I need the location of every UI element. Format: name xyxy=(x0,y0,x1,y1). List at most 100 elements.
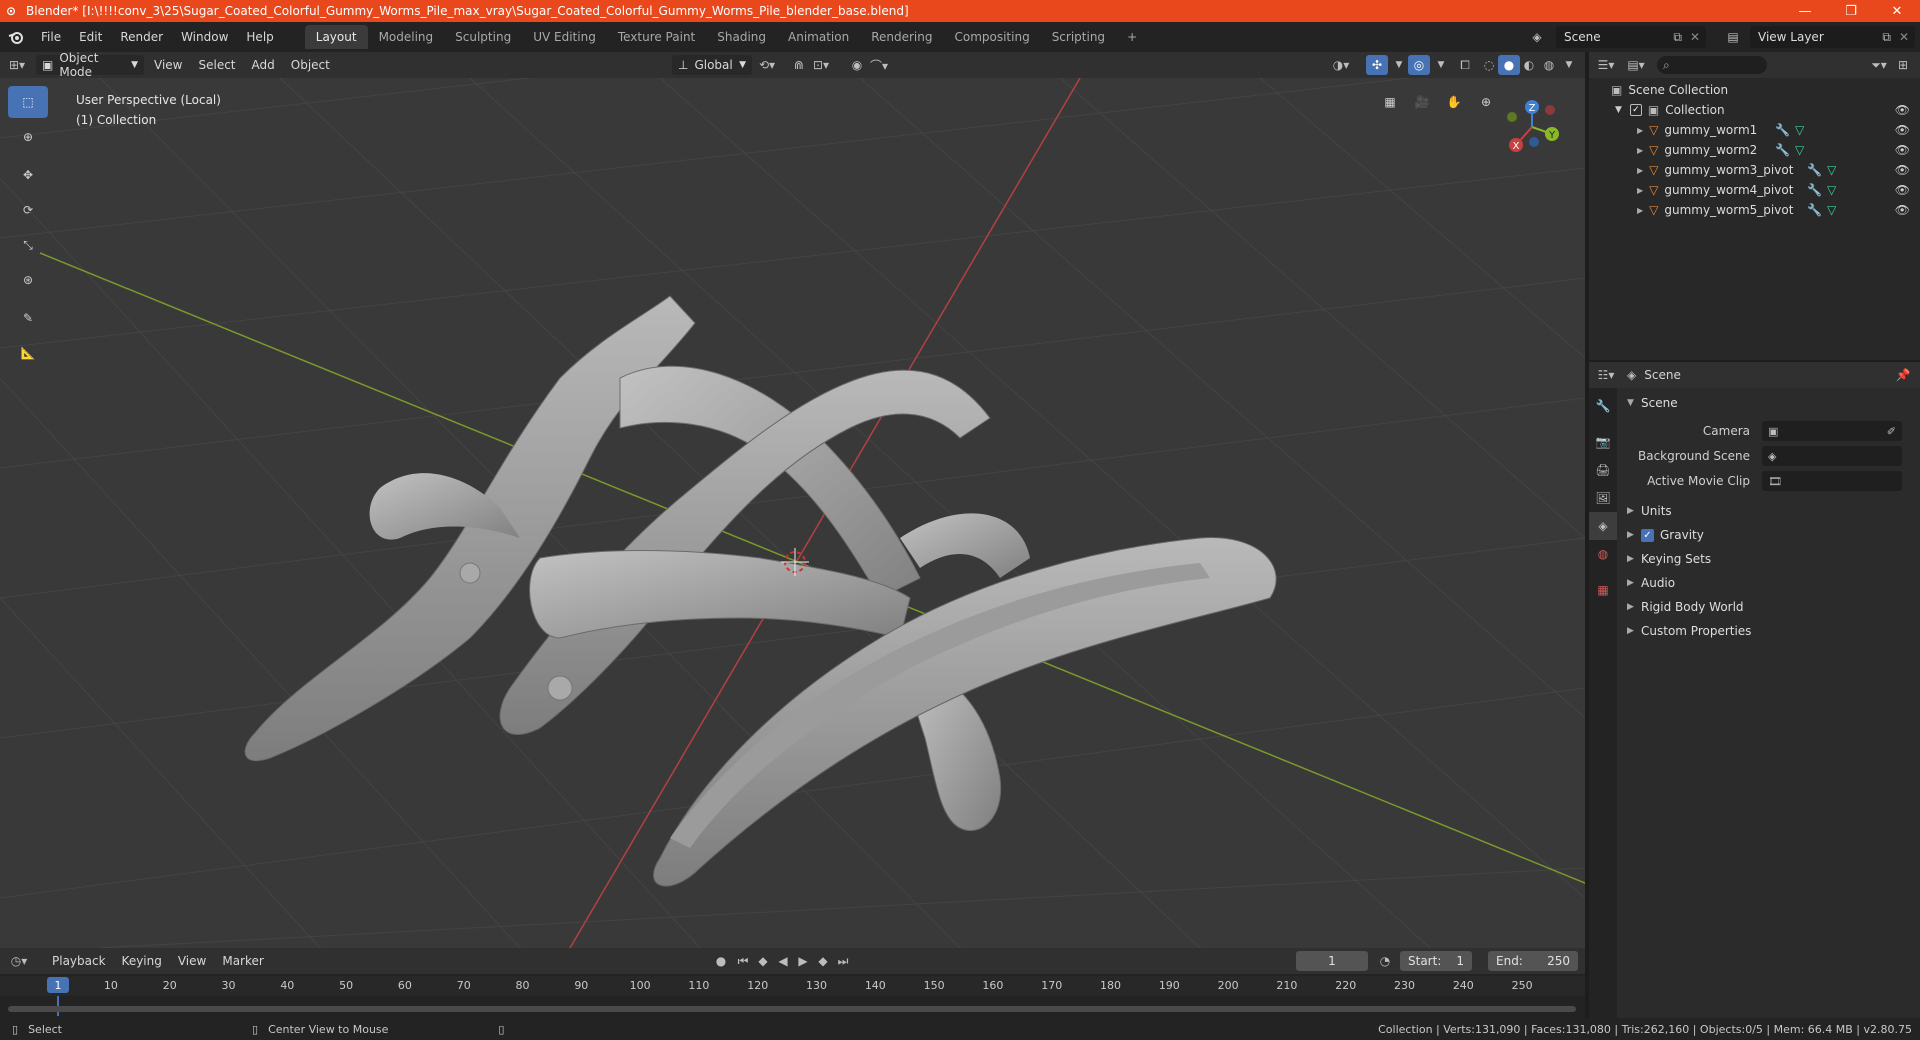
pivot-point-icon[interactable]: ⟲▾ xyxy=(756,55,778,75)
maximize-button[interactable]: ❐ xyxy=(1828,0,1874,22)
solid-shading-icon[interactable]: ● xyxy=(1498,55,1520,75)
menu-playback[interactable]: Playback xyxy=(46,951,112,971)
end-frame-field[interactable]: End: 250 xyxy=(1488,951,1578,971)
modifier-wrench-icon[interactable]: 🔧 xyxy=(1807,203,1822,217)
navigation-gizmo[interactable]: Z Y X xyxy=(1492,82,1572,162)
view-layer-icon[interactable]: ▤ xyxy=(1722,27,1744,47)
menu-window[interactable]: Window xyxy=(172,22,237,52)
move-tool[interactable]: ✥ xyxy=(8,159,48,191)
outliner-object-row[interactable]: ▶ ▽ gummy_worm2 🔧 ▽ 👁 xyxy=(1589,140,1920,160)
transform-tool[interactable]: ⊛ xyxy=(8,264,48,296)
expand-arrow-icon[interactable]: ▶ xyxy=(1637,126,1643,135)
menu-file[interactable]: File xyxy=(32,22,70,52)
render-tab-icon[interactable]: 📷 xyxy=(1589,428,1617,456)
visibility-eye-icon[interactable]: 👁 xyxy=(1895,123,1910,137)
prev-keyframe-icon[interactable]: ◆ xyxy=(752,951,774,971)
new-view-layer-icon[interactable]: ⧉ xyxy=(1882,30,1891,45)
outliner-object-row[interactable]: ▶ ▽ gummy_worm4_pivot 🔧 ▽ 👁 xyxy=(1589,180,1920,200)
rotate-tool[interactable]: ⟳ xyxy=(8,194,48,226)
jump-start-icon[interactable]: ⏮ xyxy=(732,951,754,971)
new-collection-icon[interactable]: ⊞ xyxy=(1892,55,1914,75)
display-mode-icon[interactable]: ▤▾ xyxy=(1625,55,1647,75)
mode-dropdown[interactable]: ▣ Object Mode ▼ xyxy=(36,51,144,79)
visibility-eye-icon[interactable]: 👁 xyxy=(1895,143,1910,157)
background-scene-field[interactable]: ◈ xyxy=(1762,446,1902,466)
tab-layout[interactable]: Layout xyxy=(304,25,368,49)
units-panel-header[interactable]: ▶ Units xyxy=(1617,500,1920,522)
outliner-editor-icon[interactable]: ☰▾ xyxy=(1595,55,1617,75)
snap-target-icon[interactable]: ⊡▾ xyxy=(810,55,832,75)
proportional-edit-icon[interactable]: ◉ xyxy=(846,55,868,75)
delete-scene-icon[interactable]: ✕ xyxy=(1690,30,1700,44)
eyedropper-icon[interactable]: ✐ xyxy=(1887,425,1896,438)
mesh-data-icon[interactable]: ▽ xyxy=(1795,143,1804,157)
output-tab-icon[interactable]: 🖨 xyxy=(1589,456,1617,484)
expand-arrow-icon[interactable]: ▶ xyxy=(1637,206,1643,215)
viewport-scene[interactable] xyxy=(0,78,1585,948)
select-box-tool[interactable]: ⬚ xyxy=(8,86,48,118)
cursor-tool[interactable]: ⊕ xyxy=(8,121,48,153)
modifier-wrench-icon[interactable]: 🔧 xyxy=(1807,163,1822,177)
visibility-eye-icon[interactable]: 👁 xyxy=(1895,203,1910,217)
menu-add[interactable]: Add xyxy=(246,55,281,75)
tab-sculpting[interactable]: Sculpting xyxy=(444,25,522,49)
gizmo-dropdown-icon[interactable]: ▼ xyxy=(1388,55,1410,75)
tab-uv-editing[interactable]: UV Editing xyxy=(522,25,607,49)
playhead-frame[interactable]: 1 xyxy=(47,977,69,993)
visibility-eye-icon[interactable]: 👁 xyxy=(1895,183,1910,197)
start-frame-field[interactable]: Start: 1 xyxy=(1400,951,1472,971)
new-scene-icon[interactable]: ⧉ xyxy=(1673,30,1682,45)
jump-end-icon[interactable]: ⏭ xyxy=(832,951,854,971)
properties-editor-icon[interactable]: ☷▾ xyxy=(1595,365,1617,385)
material-shading-icon[interactable]: ◐ xyxy=(1518,55,1540,75)
outliner-scene-collection[interactable]: ▣ Scene Collection xyxy=(1589,80,1920,100)
menu-timeline-view[interactable]: View xyxy=(172,951,212,971)
outliner-collection[interactable]: ▼ ✓ ▣ Collection 👁 xyxy=(1589,100,1920,120)
transform-orientation-dropdown[interactable]: ⊥ Global ▼ xyxy=(672,55,752,75)
scene-tab-icon[interactable]: ◈ xyxy=(1589,512,1617,540)
tool-tab-icon[interactable]: 🔧 xyxy=(1589,392,1617,420)
expand-arrow-icon[interactable]: ▶ xyxy=(1637,146,1643,155)
tab-animation[interactable]: Animation xyxy=(777,25,860,49)
camera-view-icon[interactable]: 🎥 xyxy=(1408,88,1436,116)
expand-arrow-icon[interactable]: ▶ xyxy=(1637,186,1643,195)
record-icon[interactable]: ● xyxy=(710,951,732,971)
timeline-area[interactable]: 1102030405060708090100110120130140150160… xyxy=(0,974,1585,1018)
toggle-perspective-icon[interactable]: ▦ xyxy=(1376,88,1404,116)
gummy-worms-mesh[interactable] xyxy=(244,295,1277,887)
measure-tool[interactable]: 📐 xyxy=(8,337,48,369)
add-workspace-button[interactable]: + xyxy=(1116,25,1148,49)
gizmo-toggle-icon[interactable]: ✣ xyxy=(1366,55,1388,75)
rendered-shading-icon[interactable]: ◍ xyxy=(1538,55,1560,75)
overlay-toggle-icon[interactable]: ◎ xyxy=(1408,55,1430,75)
expand-arrow-icon[interactable]: ▶ xyxy=(1637,166,1643,175)
visibility-eye-icon[interactable]: 👁 xyxy=(1895,163,1910,177)
play-reverse-icon[interactable]: ◀ xyxy=(772,951,794,971)
mesh-data-icon[interactable]: ▽ xyxy=(1795,123,1804,137)
outliner-search-input[interactable]: ⌕ xyxy=(1657,56,1767,74)
outliner[interactable]: ▣ Scene Collection ▼ ✓ ▣ Collection 👁 ▶ … xyxy=(1589,78,1920,360)
delete-view-layer-icon[interactable]: ✕ xyxy=(1899,30,1909,44)
falloff-icon[interactable]: ⌒▾ xyxy=(868,55,890,75)
menu-view[interactable]: View xyxy=(148,55,188,75)
camera-field[interactable]: ▣ ✐ xyxy=(1762,421,1902,441)
menu-help[interactable]: Help xyxy=(237,22,282,52)
tab-texture-paint[interactable]: Texture Paint xyxy=(607,25,706,49)
pan-view-icon[interactable]: ✋ xyxy=(1440,88,1468,116)
outliner-object-row[interactable]: ▶ ▽ gummy_worm1 🔧 ▽ 👁 xyxy=(1589,120,1920,140)
visibility-filter-icon[interactable]: ◑▾ xyxy=(1330,55,1352,75)
menu-keying[interactable]: Keying xyxy=(116,951,168,971)
mesh-data-icon[interactable]: ▽ xyxy=(1827,163,1836,177)
mesh-data-icon[interactable]: ▽ xyxy=(1827,203,1836,217)
menu-edit[interactable]: Edit xyxy=(70,22,111,52)
audio-panel-header[interactable]: ▶ Audio xyxy=(1617,572,1920,594)
modifier-wrench-icon[interactable]: 🔧 xyxy=(1775,143,1790,157)
scene-field[interactable]: Scene ⧉ ✕ xyxy=(1556,26,1706,48)
gravity-checkbox[interactable]: ✓ xyxy=(1641,528,1654,542)
snap-icon[interactable]: ⋒ xyxy=(788,55,810,75)
pin-icon[interactable]: 📌 xyxy=(1892,365,1914,385)
collection-checkbox[interactable]: ✓ xyxy=(1629,104,1642,116)
annotate-tool[interactable]: ✎ xyxy=(8,302,48,334)
collapse-arrow-icon[interactable]: ▼ xyxy=(1615,105,1622,115)
visibility-eye-icon[interactable]: 👁 xyxy=(1895,103,1910,117)
